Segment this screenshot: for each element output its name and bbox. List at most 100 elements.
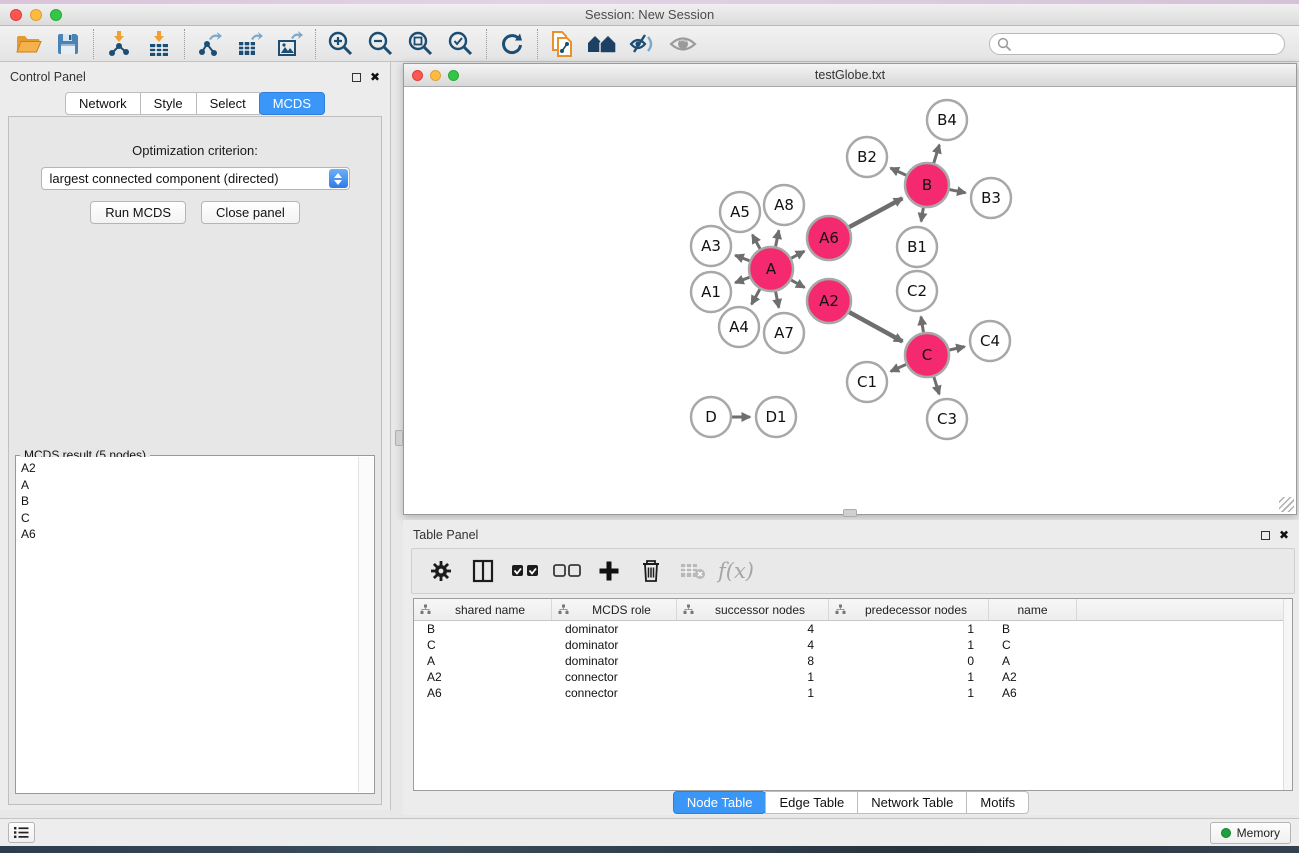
tab-style[interactable]: Style	[140, 92, 197, 115]
graph-node-C2[interactable]: C2	[897, 271, 937, 311]
export-network-button[interactable]	[190, 28, 230, 60]
table-row[interactable]: Bdominator41B	[414, 621, 1292, 637]
graph-node-A6[interactable]: A6	[807, 216, 851, 260]
save-session-button[interactable]	[48, 28, 88, 60]
graph-edge-A-A2[interactable]	[791, 280, 804, 287]
show-columns-button[interactable]	[464, 553, 502, 589]
graph-edge-A-A8[interactable]	[776, 230, 779, 246]
column-header-successor-nodes[interactable]: successor nodes	[677, 599, 829, 620]
delete-table-button[interactable]	[674, 553, 712, 589]
graph-edge-A2-C[interactable]	[849, 312, 902, 341]
graph-edge-A-A7[interactable]	[776, 292, 779, 308]
graph-edge-A-A3[interactable]	[735, 255, 749, 260]
graph-edge-C-C4[interactable]	[949, 347, 964, 350]
table-row[interactable]: Cdominator41C	[414, 637, 1292, 653]
graph-node-A3[interactable]: A3	[691, 226, 731, 266]
graph-node-B4[interactable]: B4	[927, 100, 967, 140]
column-header-shared-name[interactable]: shared name	[414, 599, 552, 620]
table-row[interactable]: A2connector11A2	[414, 669, 1292, 685]
delete-column-button[interactable]	[632, 553, 670, 589]
search-input[interactable]	[989, 33, 1285, 55]
tab-select[interactable]: Select	[196, 92, 260, 115]
graph-node-D1[interactable]: D1	[756, 397, 796, 437]
graph-node-A4[interactable]: A4	[719, 307, 759, 347]
table-scrollbar[interactable]	[1283, 599, 1292, 790]
function-builder-button[interactable]: f(x)	[718, 559, 754, 583]
copy-network-button[interactable]	[543, 28, 583, 60]
graph-node-B1[interactable]: B1	[897, 227, 937, 267]
float-panel-icon[interactable]	[1261, 531, 1270, 540]
network-window-titlebar[interactable]: testGlobe.txt	[404, 64, 1296, 87]
column-header-predecessor-nodes[interactable]: predecessor nodes	[829, 599, 989, 620]
close-panel-icon[interactable]: ✖	[370, 71, 380, 83]
graph-edge-C-C1[interactable]	[891, 364, 906, 371]
zoom-selected-button[interactable]	[441, 28, 481, 60]
zoom-out-button[interactable]	[361, 28, 401, 60]
first-neighbors-button[interactable]	[583, 28, 623, 60]
list-item[interactable]: C	[21, 510, 358, 527]
mcds-result-list[interactable]: A2ABCA6	[17, 457, 358, 792]
graph-node-C[interactable]: C	[905, 333, 949, 377]
node-table[interactable]: shared nameMCDS rolesuccessor nodesprede…	[413, 598, 1293, 791]
graph-node-A1[interactable]: A1	[691, 272, 731, 312]
graph-edge-C-C2[interactable]	[921, 317, 923, 333]
network-canvas[interactable]: A A1 A2 A3 A4 A5 A6 A7 A8 B B1 B2 B3B4 C C1 C2 C3C4 D D1	[404, 87, 1296, 514]
import-table-button[interactable]	[139, 28, 179, 60]
graph-node-B3[interactable]: B3	[971, 178, 1011, 218]
graphics-details-button[interactable]	[623, 28, 663, 60]
open-session-button[interactable]	[8, 28, 48, 60]
resize-grip-icon[interactable]	[1279, 497, 1294, 512]
list-item[interactable]: B	[21, 493, 358, 510]
graph-node-D[interactable]: D	[691, 397, 731, 437]
tab-edge-table[interactable]: Edge Table	[765, 791, 858, 814]
run-mcds-button[interactable]: Run MCDS	[90, 201, 186, 224]
graph-edge-A-A5[interactable]	[752, 235, 760, 249]
task-history-button[interactable]	[8, 822, 35, 843]
graph-node-A[interactable]: A	[749, 247, 793, 291]
list-item[interactable]: A2	[21, 460, 358, 477]
zoom-in-button[interactable]	[321, 28, 361, 60]
result-scrollbar[interactable]	[358, 457, 373, 792]
graph-edge-A6-B[interactable]	[849, 198, 902, 227]
graph-edge-B-B4[interactable]	[934, 145, 940, 163]
graph-edge-A-A6[interactable]	[791, 251, 804, 258]
column-header-name[interactable]: name	[989, 599, 1077, 620]
export-image-button[interactable]	[270, 28, 310, 60]
close-panel-icon[interactable]: ✖	[1279, 529, 1289, 541]
graph-node-A7[interactable]: A7	[764, 313, 804, 353]
zoom-fit-button[interactable]	[401, 28, 441, 60]
graph-edge-C-C3[interactable]	[934, 377, 939, 394]
table-row[interactable]: Adominator80A	[414, 653, 1292, 669]
table-body[interactable]: Bdominator41BCdominator41CAdominator80AA…	[414, 621, 1292, 701]
tab-mcds[interactable]: MCDS	[259, 92, 325, 115]
criterion-dropdown[interactable]: largest connected component (directed)	[41, 167, 350, 190]
graph-node-A2[interactable]: A2	[807, 279, 851, 323]
select-all-columns-button[interactable]	[506, 553, 544, 589]
import-network-button[interactable]	[99, 28, 139, 60]
graph-node-B[interactable]: B	[905, 163, 949, 207]
vertical-splitter-handle[interactable]	[395, 430, 403, 446]
graph-node-C1[interactable]: C1	[847, 362, 887, 402]
table-settings-button[interactable]	[422, 553, 460, 589]
graph-edge-B-B3[interactable]	[950, 190, 966, 193]
export-table-button[interactable]	[230, 28, 270, 60]
graph-node-C3[interactable]: C3	[927, 399, 967, 439]
column-header-MCDS-role[interactable]: MCDS role	[552, 599, 677, 620]
deselect-all-columns-button[interactable]	[548, 553, 586, 589]
float-panel-icon[interactable]	[352, 73, 361, 82]
graph-node-A5[interactable]: A5	[720, 192, 760, 232]
graph-node-C4[interactable]: C4	[970, 321, 1010, 361]
memory-button[interactable]: Memory	[1210, 822, 1291, 844]
graph-node-A8[interactable]: A8	[764, 185, 804, 225]
list-item[interactable]: A	[21, 477, 358, 494]
network-graph[interactable]: A A1 A2 A3 A4 A5 A6 A7 A8 B B1 B2 B3B4 C C1 C2 C3C4 D D1	[404, 87, 1296, 514]
tab-motifs[interactable]: Motifs	[966, 791, 1029, 814]
horizontal-splitter-handle[interactable]	[843, 509, 857, 517]
preview-button[interactable]	[663, 28, 703, 60]
close-panel-button[interactable]: Close panel	[201, 201, 300, 224]
create-column-button[interactable]	[590, 553, 628, 589]
graph-edge-A-A4[interactable]	[752, 289, 760, 304]
refresh-button[interactable]	[492, 28, 532, 60]
graph-node-B2[interactable]: B2	[847, 137, 887, 177]
tab-network[interactable]: Network	[65, 92, 141, 115]
